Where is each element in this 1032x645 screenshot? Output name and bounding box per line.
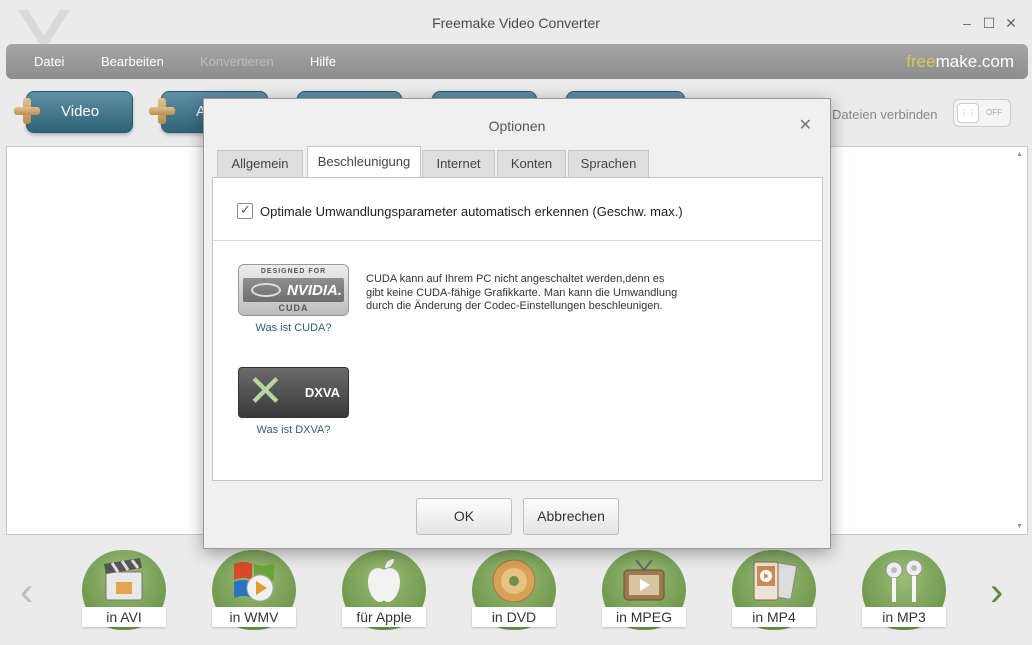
what-is-cuda-link[interactable]: Was ist CUDA? — [238, 322, 349, 334]
nvidia-eye-icon — [251, 283, 281, 297]
maximize-icon[interactable]: ☐ — [980, 14, 998, 32]
what-is-dxva-link[interactable]: Was ist DXVA? — [238, 424, 349, 436]
dxva-logo-text: DXVA — [304, 385, 340, 400]
clapperboard-icon — [104, 558, 143, 601]
acceleration-panel: Optimale Umwandlungsparameter automatisc… — [212, 177, 823, 481]
join-files-label: Dateien verbinden — [832, 107, 938, 122]
format-label: in MPEG — [602, 607, 686, 627]
cuda-logo-bottom: CUDA — [278, 303, 309, 313]
format-label: in WMV — [212, 607, 296, 627]
media-player-icon — [753, 561, 797, 601]
scroll-right-arrow-icon[interactable]: › — [990, 572, 1003, 612]
format-mp3-button[interactable]: in MP3 — [862, 550, 946, 630]
windows-media-icon — [234, 562, 274, 602]
format-label: in MP4 — [732, 607, 816, 627]
divider — [213, 240, 822, 241]
menu-hilfe[interactable]: Hilfe — [310, 54, 336, 69]
cuda-logo-top: DESIGNED FOR — [260, 268, 327, 275]
options-dialog: Optionen ✕ Allgemein Beschleunigung Inte… — [203, 98, 831, 549]
format-dvd-button[interactable]: in DVD — [472, 550, 556, 630]
format-label: für Apple — [342, 607, 426, 627]
nvidia-cuda-logo: DESIGNED FOR NVIDIA. CUDA — [238, 264, 349, 316]
format-label: in AVI — [82, 607, 166, 627]
dialog-close-icon[interactable]: ✕ — [799, 115, 812, 135]
tv-icon — [623, 559, 665, 601]
dvd-disc-icon — [492, 559, 536, 603]
cancel-button[interactable]: Abbrechen — [523, 498, 619, 535]
window-title: Freemake Video Converter — [432, 15, 600, 31]
apple-icon — [368, 559, 400, 602]
menu-bar: Datei Bearbeiten Konvertieren Hilfe free… — [6, 44, 1028, 79]
format-apple-button[interactable]: für Apple — [342, 550, 426, 630]
format-label: in DVD — [472, 607, 556, 627]
checkbox-checked-icon[interactable] — [237, 202, 253, 219]
dxva-x-icon: ✕ — [247, 367, 284, 416]
auto-detect-label: Optimale Umwandlungsparameter automatisc… — [260, 204, 683, 219]
format-mp4-button[interactable]: in MP4 — [732, 550, 816, 630]
minimize-icon[interactable]: – — [958, 14, 976, 32]
tab-sprachen[interactable]: Sprachen — [568, 150, 649, 177]
toggle-knob: ⋮⋮ — [957, 103, 979, 123]
toggle-state: OFF — [986, 108, 1002, 117]
dialog-title: Optionen — [488, 118, 546, 134]
plus-icon — [149, 98, 175, 124]
menu-bearbeiten[interactable]: Bearbeiten — [101, 54, 164, 69]
tab-internet[interactable]: Internet — [422, 150, 495, 177]
format-wmv-button[interactable]: in WMV — [212, 550, 296, 630]
brand-part-free: free — [906, 52, 936, 71]
add-video-button[interactable]: Video — [26, 91, 133, 133]
title-bar: Freemake Video Converter – ☐ ✕ — [0, 0, 1032, 50]
brand-logo[interactable]: freemake.com — [906, 52, 1014, 72]
tab-allgemein[interactable]: Allgemein — [217, 150, 303, 177]
menu-konvertieren[interactable]: Konvertieren — [200, 54, 274, 69]
menu-datei[interactable]: Datei — [34, 54, 64, 69]
scroll-up-icon[interactable]: ▲ — [1016, 151, 1023, 158]
tab-beschleunigung[interactable]: Beschleunigung — [307, 146, 421, 178]
dxva-logo: ✕ DXVA — [238, 367, 349, 418]
cuda-logo-brand: NVIDIA. — [287, 282, 343, 299]
ok-button[interactable]: OK — [416, 498, 512, 535]
scroll-down-icon[interactable]: ▼ — [1016, 523, 1023, 530]
auto-detect-checkbox[interactable]: Optimale Umwandlungsparameter automatisc… — [237, 202, 683, 219]
earphones-icon — [885, 559, 923, 602]
cuda-info-text: CUDA kann auf Ihrem PC nicht angeschalte… — [366, 273, 678, 312]
brand-part-make: make.com — [935, 52, 1014, 71]
format-label: in MP3 — [862, 607, 946, 627]
join-files-toggle[interactable]: ⋮⋮ OFF — [953, 99, 1011, 127]
nvidia-band: NVIDIA. — [243, 278, 344, 302]
format-mpeg-button[interactable]: in MPEG — [602, 550, 686, 630]
format-avi-button[interactable]: in AVI — [82, 550, 166, 630]
tab-konten[interactable]: Konten — [497, 150, 566, 177]
plus-icon — [14, 98, 40, 124]
add-video-label: Video — [61, 103, 100, 120]
close-icon[interactable]: ✕ — [1002, 14, 1020, 32]
scroll-left-arrow-icon[interactable]: ‹ — [20, 572, 33, 612]
